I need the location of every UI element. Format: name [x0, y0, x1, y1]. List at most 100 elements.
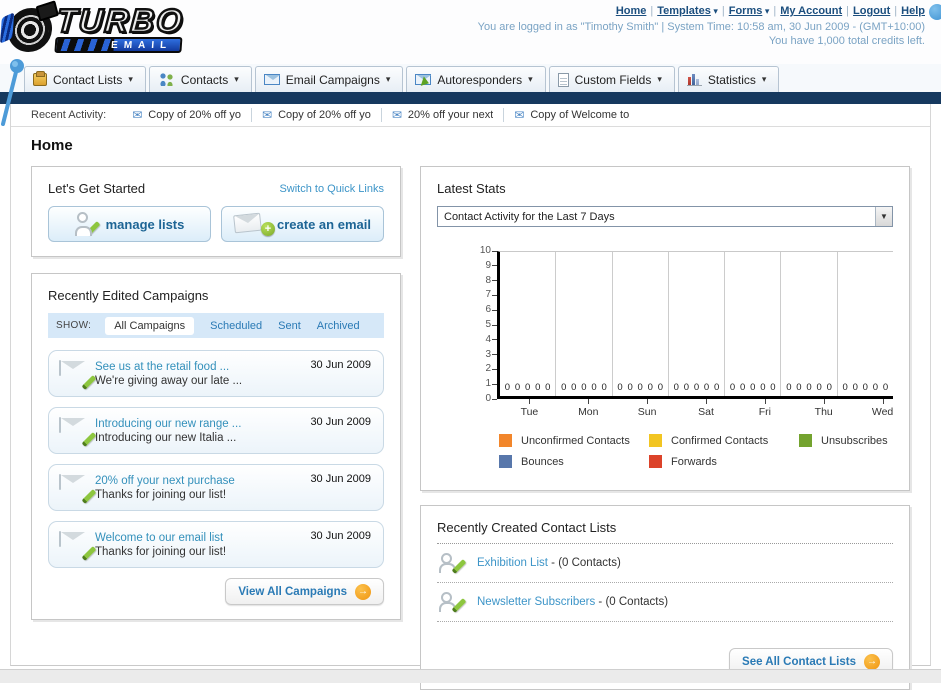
- recent-activity-label: Recent Activity:: [31, 109, 107, 121]
- contact-list-name-link[interactable]: Newsletter Subscribers: [477, 596, 595, 608]
- page-footer: [0, 669, 941, 683]
- campaign-info: Introducing our new range ... Introducing…: [95, 418, 310, 444]
- create-email-button[interactable]: + create an email: [221, 206, 384, 242]
- data-label: 0: [524, 382, 531, 393]
- navy-divider-bar: [0, 92, 941, 104]
- top-link-help[interactable]: Help: [901, 5, 925, 17]
- campaign-card[interactable]: See us at the retail food ... We're givin…: [48, 350, 384, 397]
- campaigns-panel-title: Recently Edited Campaigns: [48, 288, 209, 303]
- campaign-title-link[interactable]: 20% off your next purchase: [95, 475, 310, 487]
- chart-day-group: 00000: [500, 252, 557, 396]
- top-link-logout[interactable]: Logout: [853, 5, 890, 17]
- recent-activity-text: Copy of Welcome to: [530, 109, 630, 121]
- tab-email-campaigns[interactable]: Email Campaigns ▾: [254, 66, 404, 92]
- chart-day-group: 00000: [725, 252, 782, 396]
- x-tick-label: Thu: [794, 399, 853, 418]
- tab-contact-lists[interactable]: Contact Lists ▾: [24, 66, 146, 92]
- campaign-title-link[interactable]: Welcome to our email list: [95, 532, 310, 544]
- recent-activity-item[interactable]: ✉ 20% off your next: [382, 108, 505, 122]
- envelope-icon: ✉: [132, 108, 143, 122]
- data-label: 0: [816, 382, 822, 393]
- legend-label: Confirmed Contacts: [671, 434, 769, 447]
- contact-list-item[interactable]: Newsletter Subscribers - (0 Contacts): [437, 583, 893, 622]
- legend-swatch-icon: [799, 434, 812, 447]
- campaign-info: See us at the retail food ... We're givin…: [95, 361, 310, 387]
- legend-swatch-icon: [499, 455, 512, 468]
- filter-all-campaigns[interactable]: All Campaigns: [105, 316, 195, 335]
- data-label: 0: [806, 382, 812, 393]
- top-link-my-account[interactable]: My Account: [780, 5, 842, 17]
- recently-edited-campaigns-panel: Recently Edited Campaigns SHOW: All Camp…: [31, 273, 401, 620]
- top-link-forms[interactable]: Forms: [729, 5, 763, 17]
- chevron-down-icon: ▾: [234, 74, 239, 84]
- y-tick-mark: [492, 354, 497, 356]
- recent-activity-item[interactable]: ✉ Copy of 20% off yo: [122, 108, 253, 122]
- x-tick-mark: [764, 399, 766, 404]
- campaign-title-link[interactable]: See us at the retail food ...: [95, 361, 310, 373]
- campaign-card[interactable]: Introducing our new range ... Introducing…: [48, 407, 384, 454]
- chevron-down-icon: ▾: [528, 74, 533, 84]
- latest-stats-title: Latest Stats: [437, 181, 506, 196]
- tab-statistics[interactable]: Statistics ▾: [677, 66, 780, 92]
- tab-contacts[interactable]: Contacts ▾: [148, 66, 252, 92]
- top-link-home[interactable]: Home: [616, 5, 647, 17]
- campaign-card[interactable]: Welcome to our email list Thanks for join…: [48, 521, 384, 568]
- campaign-date: 30 Jun 2009: [310, 473, 371, 485]
- contact-book-icon: [33, 71, 47, 86]
- contact-list-name-link[interactable]: Exhibition List: [477, 557, 548, 569]
- data-label: 0: [637, 382, 643, 393]
- data-label: 0: [514, 382, 521, 393]
- data-label: 0: [581, 382, 587, 393]
- top-link-templates[interactable]: Templates: [657, 5, 711, 17]
- legend-item-unconfirmed-contacts: Unconfirmed Contacts: [499, 434, 649, 447]
- tab-custom-fields[interactable]: Custom Fields ▾: [548, 66, 675, 92]
- data-label: 0: [693, 382, 700, 393]
- contact-list-text: Newsletter Subscribers - (0 Contacts): [477, 596, 669, 608]
- create-email-label: create an email: [277, 216, 371, 232]
- filter-scheduled[interactable]: Scheduled: [210, 320, 262, 332]
- y-tick-mark: [492, 265, 497, 267]
- campaign-card[interactable]: 20% off your next purchase Thanks for joi…: [48, 464, 384, 511]
- y-tick-label: 8: [485, 274, 491, 286]
- stats-range-select[interactable]: Contact Activity for the Last 7 Days ▼: [437, 206, 893, 227]
- chart-day-group: 00000: [838, 252, 893, 396]
- show-label: SHOW:: [56, 320, 92, 331]
- chart-day-group: 00000: [556, 252, 613, 396]
- x-tick-mark: [882, 399, 884, 404]
- tab-label: Contacts: [180, 72, 229, 87]
- y-tick-mark: [492, 339, 497, 341]
- recent-activity-text: 20% off your next: [407, 109, 494, 121]
- y-tick-mark: [492, 383, 497, 385]
- recent-activity-item[interactable]: ✉ Copy of 20% off yo: [252, 108, 382, 122]
- chart-day-group: 00000: [669, 252, 726, 396]
- filter-sent[interactable]: Sent: [278, 320, 301, 332]
- chart-y-axis: 0 1 2 3 4 5 6 7 8 9 10: [471, 245, 497, 404]
- data-label: 0: [617, 382, 623, 393]
- campaign-subtitle: Thanks for joining our list!: [95, 488, 227, 501]
- campaign-title-link[interactable]: Introducing our new range ...: [95, 418, 310, 430]
- arrow-circle-icon: →: [355, 583, 371, 600]
- legend-item-forwards: Forwards: [649, 455, 799, 468]
- campaign-subtitle: Introducing our new Italia ...: [95, 431, 237, 444]
- y-tick-mark: [492, 368, 497, 370]
- switch-quick-links-link[interactable]: Switch to Quick Links: [279, 183, 384, 195]
- campaign-list: See us at the retail food ... We're givin…: [48, 350, 384, 568]
- data-label: 0: [683, 382, 690, 393]
- chart-x-axis: Tue Mon Sun Sat Fri Thu Wed: [500, 399, 912, 418]
- data-label: 0: [627, 382, 633, 393]
- contact-lists-panel-title: Recently Created Contact Lists: [437, 520, 893, 544]
- contact-list-item[interactable]: Exhibition List - (0 Contacts): [437, 544, 893, 583]
- chevron-down-icon: ▾: [761, 74, 767, 84]
- legend-swatch-icon: [649, 434, 662, 447]
- view-all-campaigns-button[interactable]: View All Campaigns →: [225, 578, 384, 605]
- person-pencil-icon: [74, 212, 101, 236]
- y-tick-mark: [492, 309, 497, 311]
- manage-lists-button[interactable]: manage lists: [48, 206, 211, 242]
- tab-autoresponders[interactable]: Autoresponders ▾: [406, 66, 546, 92]
- turbo-email-logo: TURBO EMAIL: [6, 1, 187, 53]
- y-tick-mark: [492, 398, 497, 400]
- recent-activity-item[interactable]: ✉ Copy of Welcome to: [504, 108, 639, 122]
- campaign-subtitle: Thanks for joining our list!: [95, 545, 227, 558]
- link-separator: |: [894, 5, 898, 17]
- filter-archived[interactable]: Archived: [317, 320, 360, 332]
